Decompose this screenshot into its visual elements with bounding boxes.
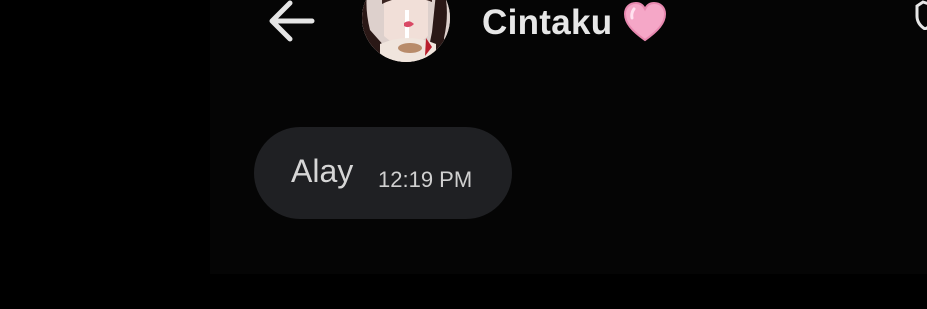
profile-photo (362, 0, 450, 62)
message-time: 12:19 PM (378, 167, 473, 192)
chat-screen: Cintaku Alay 12:19 PM (0, 0, 927, 309)
avatar[interactable] (362, 0, 450, 62)
pink-heart-icon (622, 1, 668, 43)
shield-icon[interactable] (915, 0, 927, 31)
chat-header: Cintaku (0, 0, 927, 70)
message-bubble[interactable]: Alay 12:19 PM (254, 127, 512, 219)
contact-name-row[interactable]: Cintaku (482, 0, 668, 44)
message-text: Alay (291, 153, 354, 189)
contact-name: Cintaku (482, 2, 613, 42)
arrow-left-icon (269, 0, 315, 42)
back-button[interactable] (258, 0, 318, 44)
